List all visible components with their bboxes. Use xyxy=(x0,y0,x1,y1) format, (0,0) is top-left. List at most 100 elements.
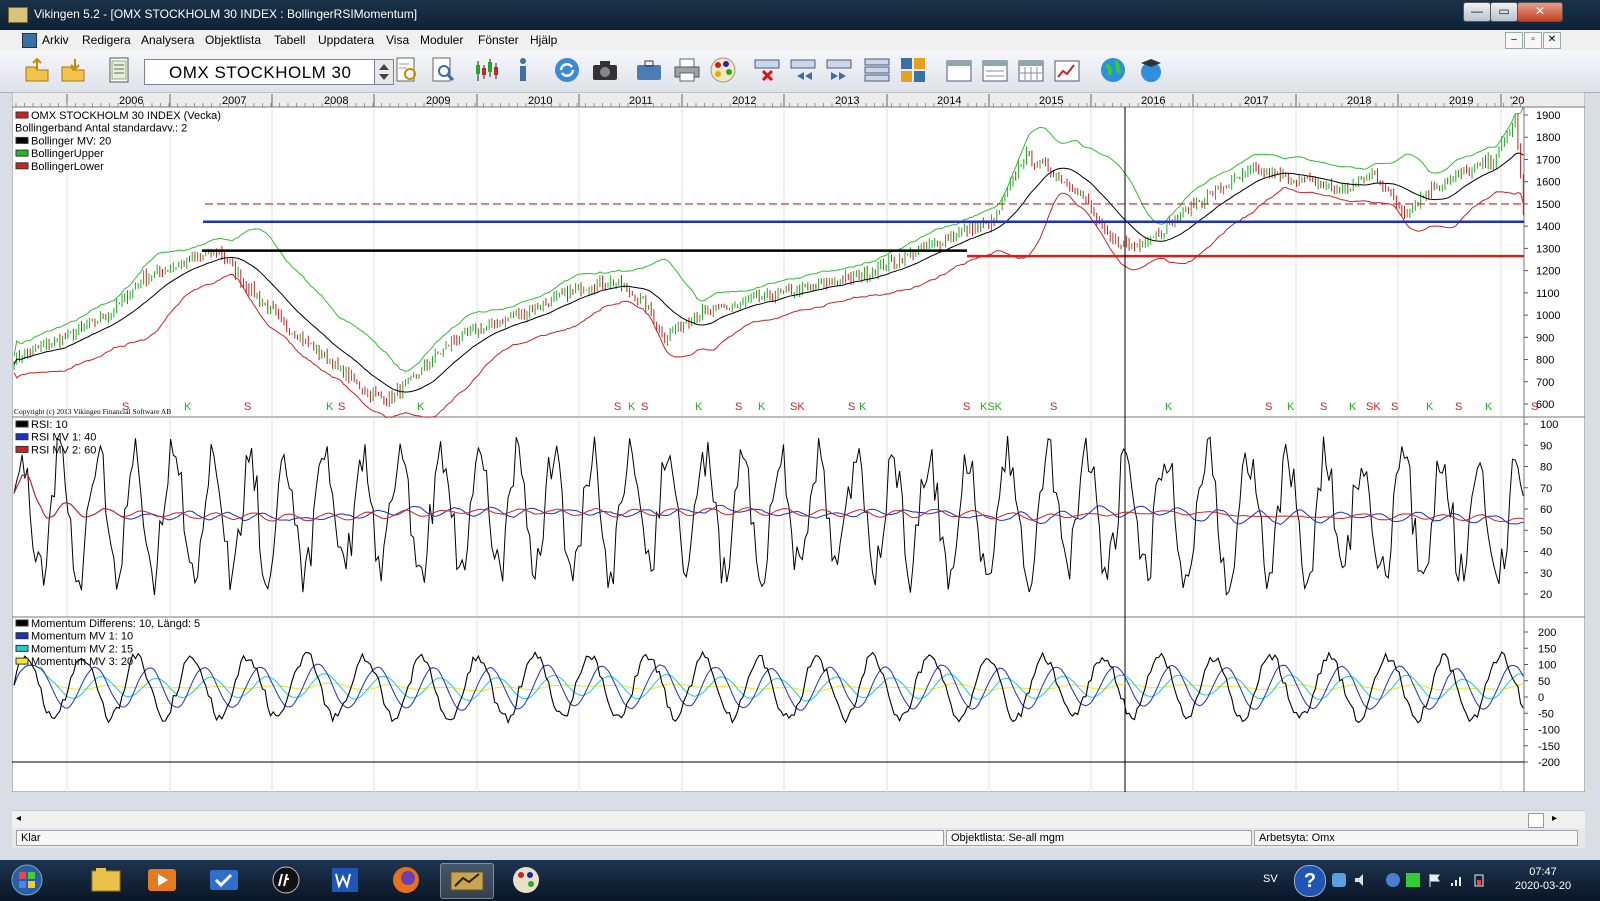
bluetooth-icon[interactable] xyxy=(1386,873,1400,887)
explorer-icon[interactable] xyxy=(80,863,132,897)
candlestick-chart-icon[interactable] xyxy=(472,55,502,85)
search-doc-icon[interactable] xyxy=(392,55,422,85)
open-folder-icon[interactable] xyxy=(22,55,52,85)
menu-hjalp[interactable]: Hjälp xyxy=(530,33,557,47)
camera-icon[interactable] xyxy=(590,55,620,85)
language-indicator[interactable]: SV xyxy=(1263,873,1278,885)
mdi-restore-button[interactable]: ▫ xyxy=(1524,32,1542,49)
symbol-stepper[interactable] xyxy=(374,59,394,85)
delete-chart-icon[interactable] xyxy=(752,55,782,85)
signal-marker: S xyxy=(735,401,742,413)
close-button[interactable]: ✕ xyxy=(1517,2,1563,22)
signal-marker: S xyxy=(1455,401,1462,413)
rsi-axis-label: 20 xyxy=(1540,589,1552,601)
momentum-axis-label: -200 xyxy=(1538,757,1560,769)
signal-marker: K xyxy=(1287,401,1295,413)
hp-icon[interactable] xyxy=(260,863,312,897)
help-icon[interactable]: ? xyxy=(1294,865,1326,897)
menu-objektlista[interactable]: Objektlista xyxy=(205,33,261,47)
briefcase-icon[interactable] xyxy=(634,55,664,85)
price-legend-entry: BollingerUpper xyxy=(31,148,104,160)
signal-marker: SK xyxy=(790,401,805,413)
calendar-month-icon[interactable] xyxy=(1016,55,1046,85)
rsi-panel-axis xyxy=(1523,416,1585,618)
price-axis-label: 1100 xyxy=(1536,288,1560,300)
chart-settings-icon[interactable] xyxy=(1052,55,1082,85)
globe-icon[interactable] xyxy=(1098,55,1128,85)
signal-marker: K xyxy=(758,401,766,413)
clock[interactable]: 07:47 2020-03-20 xyxy=(1512,865,1574,893)
taskbar: SV ? 07:47 2020-03-20 xyxy=(0,860,1600,900)
refresh-icon[interactable] xyxy=(552,55,582,85)
menu-moduler[interactable]: Moduler xyxy=(420,33,463,47)
calendar-week-icon[interactable] xyxy=(980,55,1010,85)
signal-strength-icon[interactable] xyxy=(1450,873,1464,887)
symbol-text: OMX STOCKHOLM 30 xyxy=(169,63,352,82)
signal-marker: KSK xyxy=(980,401,1003,413)
print-icon[interactable] xyxy=(672,55,702,85)
maximize-button[interactable]: ▭ xyxy=(1490,2,1518,22)
layout-grid-icon[interactable] xyxy=(898,55,928,85)
mdi-close-button[interactable]: ✕ xyxy=(1543,32,1561,49)
vikingen-taskbar-icon[interactable] xyxy=(440,863,494,899)
price-axis-label: 1400 xyxy=(1536,221,1560,233)
calendar-day-icon[interactable] xyxy=(944,55,974,85)
menu-uppdatera[interactable]: Uppdatera xyxy=(318,33,374,47)
menu-tabell[interactable]: Tabell xyxy=(274,33,305,47)
rewind-icon[interactable] xyxy=(788,55,818,85)
zoom-doc-icon[interactable] xyxy=(428,55,458,85)
education-globe-icon[interactable] xyxy=(1136,55,1166,85)
word-icon[interactable] xyxy=(320,863,372,897)
chart-area[interactable]: 2006 2007 2008 2009 2010 2011 2012 2013 2014 2015… xyxy=(12,92,1585,792)
scroll-thumb[interactable] xyxy=(1528,813,1544,828)
menu-analysera[interactable]: Analysera xyxy=(141,33,194,47)
volume-icon[interactable] xyxy=(1354,873,1368,887)
menu-fonster[interactable]: Fönster xyxy=(478,33,519,47)
scroll-right-arrow-icon[interactable]: ▸ xyxy=(1552,813,1557,824)
media-player-icon[interactable] xyxy=(136,863,188,897)
signal-marker: K xyxy=(1485,401,1493,413)
minimize-button[interactable]: — xyxy=(1463,2,1491,22)
menu-visa[interactable]: Visa xyxy=(386,33,409,47)
symbol-field[interactable]: OMX STOCKHOLM 30 xyxy=(144,59,376,85)
menu-redigera[interactable]: Redigera xyxy=(82,33,131,47)
network-device-icon[interactable] xyxy=(1332,873,1346,887)
signal-marker: K xyxy=(859,401,867,413)
menu-bar: Arkiv Redigera Analysera Objektlista Tab… xyxy=(0,30,1600,51)
signal-marker: S xyxy=(963,401,970,413)
price-axis-label: 900 xyxy=(1536,332,1554,344)
status-ready: Klar xyxy=(16,830,944,846)
signal-marker: K xyxy=(695,401,703,413)
signal-marker: S xyxy=(122,401,129,413)
price-panel-frame xyxy=(12,106,1525,418)
signal-marker: S xyxy=(1050,401,1057,413)
rsi-axis-label: 60 xyxy=(1540,504,1552,516)
start-button[interactable] xyxy=(2,863,52,897)
sync-icon[interactable] xyxy=(1406,873,1420,887)
title-bar[interactable]: Vikingen 5.2 - [OMX STOCKHOLM 30 INDEX :… xyxy=(0,0,1600,30)
price-axis-label: 1200 xyxy=(1536,266,1560,278)
tasks-icon[interactable] xyxy=(198,863,250,897)
menu-arkiv[interactable]: Arkiv xyxy=(42,33,69,47)
clock-date: 2020-03-20 xyxy=(1514,880,1572,892)
document-icon[interactable] xyxy=(22,33,37,48)
mdi-minimize-button[interactable]: – xyxy=(1505,32,1523,49)
chart-canvas[interactable]: 2006 2007 2008 2009 2010 2011 2012 2013 2014 2015… xyxy=(12,92,1585,792)
power-icon[interactable] xyxy=(1472,873,1486,887)
action-center-flag-icon[interactable] xyxy=(1428,873,1442,887)
firefox-icon[interactable] xyxy=(380,863,432,897)
layout-rows-icon[interactable] xyxy=(862,55,892,85)
rsi-axis-label: 70 xyxy=(1540,483,1552,495)
fast-forward-icon[interactable] xyxy=(824,55,854,85)
color-palette-icon[interactable] xyxy=(708,55,738,85)
scroll-left-arrow-icon[interactable]: ◂ xyxy=(16,813,21,824)
horizontal-scrollbar[interactable]: ◂ ▸ xyxy=(12,810,1585,829)
info-icon[interactable] xyxy=(508,55,538,85)
save-folder-icon[interactable] xyxy=(58,55,88,85)
paint-icon[interactable] xyxy=(500,863,552,897)
window-title: Vikingen 5.2 - [OMX STOCKHOLM 30 INDEX :… xyxy=(34,7,418,21)
object-list-icon[interactable] xyxy=(104,55,134,85)
legend-swatch xyxy=(15,619,29,627)
price-axis-label: 1900 xyxy=(1536,110,1560,122)
momentum-axis-label: -50 xyxy=(1538,708,1554,720)
